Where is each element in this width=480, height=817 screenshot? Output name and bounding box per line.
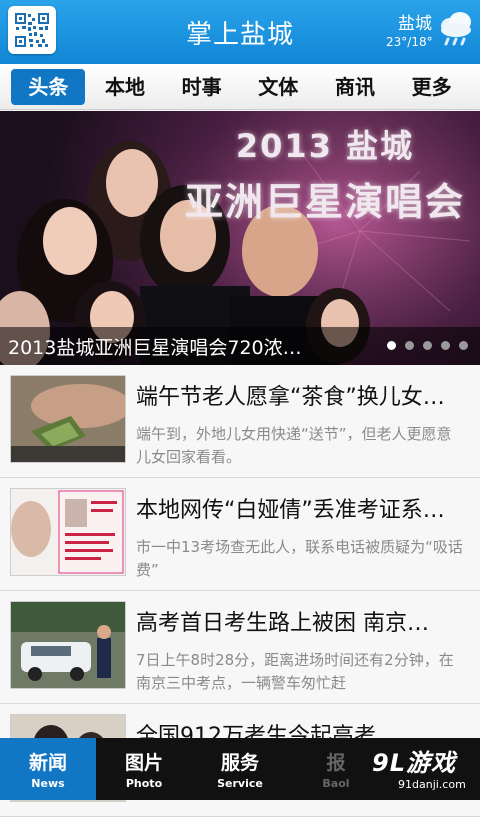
carousel-dot[interactable]: [441, 341, 450, 350]
watermark-logo: 9L游戏 91danji.com: [372, 743, 466, 791]
news-thumbnail: [10, 601, 126, 689]
nav-label-en: News: [31, 777, 65, 790]
nav-label-cn: 图片: [124, 752, 163, 774]
nav-label-en: Service: [217, 777, 263, 790]
news-title: 端午节老人愿拿“茶食”换儿女…: [136, 385, 445, 410]
carousel-dot[interactable]: [405, 341, 414, 350]
nav-baoliao[interactable]: 报 Baol: [288, 738, 384, 800]
news-summary: 市一中13考场查无此人，联系电话被质疑为“吸话费”: [136, 538, 463, 579]
nav-photo[interactable]: 图片 Photo: [96, 738, 192, 800]
nav-news[interactable]: 新闻 News: [0, 738, 96, 800]
nav-label-en: Photo: [125, 777, 163, 790]
nav-label-cn: 服务: [220, 752, 259, 774]
watermark-main: 9L游戏: [372, 749, 456, 777]
news-title: 本地网传“白娅倩”丢准考证系…: [136, 498, 445, 523]
list-item[interactable]: 端午节老人愿拿“茶食”换儿女… 端午到，外地儿女用快递“送节”，但老人更愿意儿女…: [0, 365, 480, 478]
cloud-rain-icon: [441, 12, 471, 46]
featured-banner[interactable]: 2013 盐城 亚洲巨星演唱会 2013盐城亚洲巨星演唱会720浓…: [0, 111, 480, 365]
tab-headlines[interactable]: 头条: [11, 68, 86, 105]
top-bar: 掌上盐城 盐城 23°/18°: [0, 0, 480, 64]
list-item[interactable]: 本地网传“白娅倩”丢准考证系… 市一中13考场查无此人，联系电话被质疑为“吸话费…: [0, 478, 480, 591]
news-summary: 端午到，外地儿女用快递“送节”，但老人更愿意儿女回家看看。: [136, 425, 452, 466]
banner-headline-line2: 亚洲巨星演唱会: [184, 180, 465, 224]
tab-more[interactable]: 更多: [395, 69, 469, 105]
watermark-sub: 91danji.com: [398, 778, 466, 791]
category-tabs: 头条 本地 时事 文体 商讯 更多: [0, 64, 480, 110]
tab-culture-sports[interactable]: 文体: [241, 69, 315, 105]
news-thumbnail: [10, 375, 126, 463]
nav-label-en: Baol: [322, 777, 350, 790]
tab-business[interactable]: 商讯: [318, 69, 392, 105]
tab-current-affairs[interactable]: 时事: [165, 69, 239, 105]
banner-caption-bar: 2013盐城亚洲巨星演唱会720浓…: [0, 327, 480, 365]
carousel-dot[interactable]: [387, 341, 396, 350]
banner-headline: 2013 盐城 亚洲巨星演唱会: [180, 121, 470, 226]
carousel-dot[interactable]: [459, 341, 468, 350]
banner-headline-line1: 2013 盐城: [235, 127, 415, 165]
carousel-indicators: [387, 341, 468, 350]
weather-temperature: 23°/18°: [386, 35, 433, 49]
banner-caption: 2013盐城亚洲巨星演唱会720浓…: [8, 337, 302, 359]
news-title: 高考首日考生路上被困 南京…: [136, 611, 429, 636]
news-summary: 7日上午8时28分，距离进场时间还有2分钟，在南京三中考点，一辆警车匆忙赶: [136, 651, 454, 692]
carousel-dot[interactable]: [423, 341, 432, 350]
nav-label-cn: 报: [326, 752, 346, 774]
news-thumbnail: [10, 488, 126, 576]
nav-service[interactable]: 服务 Service: [192, 738, 288, 800]
list-item[interactable]: 高考首日考生路上被困 南京… 7日上午8时28分，距离进场时间还有2分钟，在南京…: [0, 591, 480, 704]
nav-label-cn: 新闻: [28, 752, 67, 774]
tab-local[interactable]: 本地: [88, 69, 162, 105]
weather-city[interactable]: 盐城: [398, 9, 432, 34]
